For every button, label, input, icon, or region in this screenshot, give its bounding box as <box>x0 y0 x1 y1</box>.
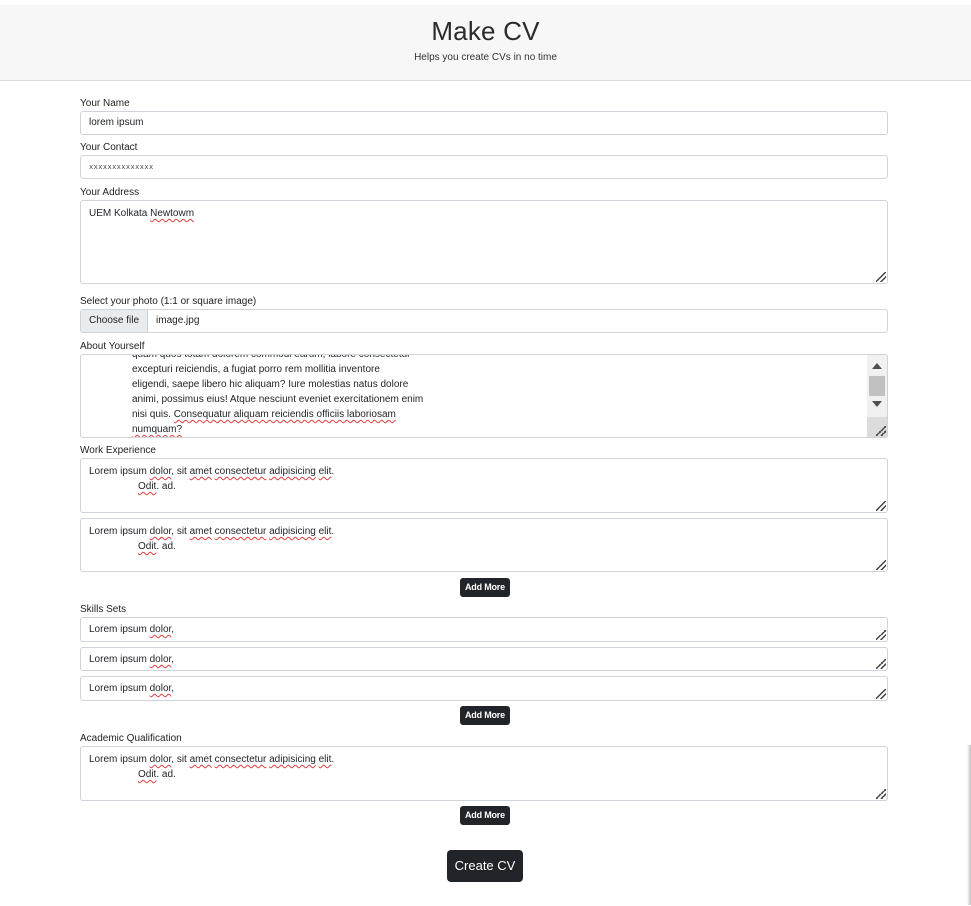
work-label: Work Experience <box>80 445 156 456</box>
photo-label: Select your photo (1:1 or square image) <box>80 296 257 307</box>
skills-label: Skills Sets <box>80 604 127 615</box>
contact-input[interactable]: xxxxxxxxxxxxxx <box>80 155 888 179</box>
name-label: Your Name <box>80 98 130 109</box>
address-label: Your Address <box>80 187 140 198</box>
about-line: nisi quis. Consequatur aliquam reiciendi… <box>132 409 396 420</box>
resize-handle-icon[interactable] <box>876 560 886 570</box>
scroll-down-arrow-icon[interactable] <box>872 401 882 407</box>
choose-file-button[interactable]: Choose file <box>81 310 149 332</box>
academic-textarea-1[interactable]: Lorem ipsum dolor, sit amet consectetur … <box>80 746 888 801</box>
academic-line-2: Odit. ad. <box>138 769 176 780</box>
about-line: numquam? <box>132 424 183 435</box>
address-textarea[interactable]: UEM Kolkata Newtowm <box>80 200 888 284</box>
resize-handle-icon[interactable] <box>876 689 886 699</box>
page-subtitle: Helps you create CVs in no time <box>414 52 557 63</box>
skill-textarea-2[interactable]: Lorem ipsum dolor, <box>80 647 888 671</box>
work-textarea-1[interactable]: Lorem ipsum dolor, sit amet consectetur … <box>80 458 888 513</box>
window-edge-shadow <box>967 745 971 905</box>
photo-file-input[interactable]: Choose file image.jpg <box>80 309 888 333</box>
work-textarea-2[interactable]: Lorem ipsum dolor, sit amet consectetur … <box>80 518 888 572</box>
about-line: excepturi reiciendis, a fugiat porro rem… <box>132 364 380 375</box>
work-line-2: Odit. ad. <box>138 481 176 492</box>
resize-handle-icon[interactable] <box>876 789 886 799</box>
academic-add-more-button[interactable]: Add More <box>460 806 510 825</box>
resize-handle-icon[interactable] <box>876 501 886 511</box>
resize-handle-icon[interactable] <box>876 630 886 640</box>
create-cv-button[interactable]: Create CV <box>447 850 523 882</box>
about-line: quam quos totam dolorem commodi earum, l… <box>132 354 411 360</box>
page-title: Make CV <box>431 16 540 46</box>
contact-value: xxxxxxxxxxxxxx <box>89 163 154 171</box>
about-text: quam quos totam dolorem commodi earum, l… <box>132 354 424 437</box>
about-scrollbar[interactable] <box>867 355 887 437</box>
contact-label: Your Contact <box>80 142 138 153</box>
academic-label: Academic Qualification <box>80 733 182 744</box>
skill-textarea-3[interactable]: Lorem ipsum dolor, <box>80 676 888 701</box>
work-line-2: Odit. ad. <box>138 541 176 552</box>
selected-filename: image.jpg <box>156 315 200 326</box>
resize-handle-icon[interactable] <box>876 659 886 669</box>
name-input[interactable]: lorem ipsum <box>80 111 888 135</box>
about-textarea[interactable]: quam quos totam dolorem commodi earum, l… <box>80 354 888 438</box>
about-label: About Yourself <box>80 341 145 352</box>
work-line-1: Lorem ipsum dolor, sit amet consectetur … <box>89 526 335 537</box>
resize-handle-icon[interactable] <box>876 426 886 436</box>
address-text-misspelled: Newtowm <box>150 208 195 219</box>
work-line-1: Lorem ipsum dolor, sit amet consectetur … <box>89 466 335 477</box>
academic-line-1: Lorem ipsum dolor, sit amet consectetur … <box>89 754 335 765</box>
scroll-thumb[interactable] <box>869 376 885 396</box>
scroll-up-arrow-icon[interactable] <box>872 363 882 369</box>
skill-textarea-1[interactable]: Lorem ipsum dolor, <box>80 617 888 642</box>
skills-add-more-button[interactable]: Add More <box>460 706 510 725</box>
page-header: Make CV Helps you create CVs in no time <box>0 5 971 81</box>
resize-handle-icon[interactable] <box>876 272 886 282</box>
work-add-more-button[interactable]: Add More <box>460 578 510 597</box>
about-line: animi, possimus eius! Atque nesciunt eve… <box>132 394 424 405</box>
address-text: UEM Kolkata <box>89 208 148 219</box>
about-line: eligendi, saepe libero hic aliquam? Iure… <box>132 379 409 390</box>
